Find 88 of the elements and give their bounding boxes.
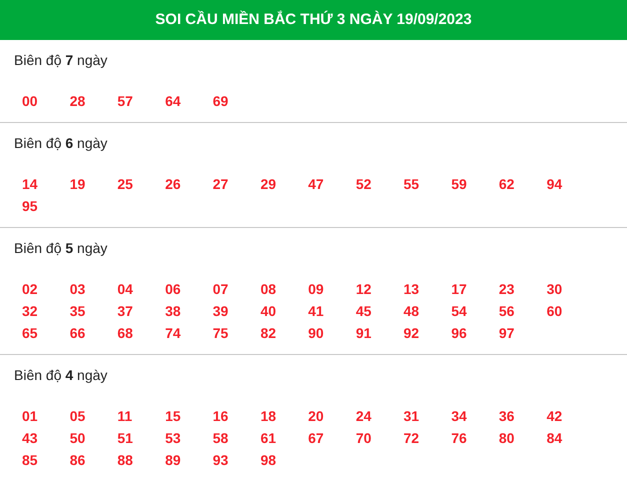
lottery-number: 39: [212, 302, 228, 320]
lottery-number: 86: [70, 450, 86, 470]
lottery-number: 89: [165, 450, 181, 470]
lottery-number: 48: [404, 302, 420, 320]
lottery-number: 50: [70, 428, 86, 448]
lottery-number: 25: [117, 174, 133, 194]
lottery-number: 85: [22, 450, 38, 470]
lottery-number: 41: [308, 302, 324, 320]
lottery-number: 30: [546, 280, 562, 298]
lottery-number: 92: [404, 324, 420, 342]
lottery-number: 07: [212, 280, 228, 298]
lottery-number: 26: [165, 174, 181, 194]
lottery-number: 15: [165, 406, 181, 426]
lottery-number: 09: [308, 280, 324, 298]
lottery-number: 47: [308, 174, 324, 194]
lottery-number: 56: [498, 302, 514, 320]
lottery-number: 51: [117, 428, 133, 448]
lottery-number: 98: [260, 450, 276, 470]
lottery-number: 70: [356, 428, 372, 448]
section-heading: Biên độ 5 ngày: [14, 238, 108, 258]
lottery-number: 72: [404, 428, 420, 448]
lottery-number: 08: [260, 280, 276, 298]
lottery-number: 34: [451, 406, 467, 426]
lottery-number: 94: [546, 174, 562, 194]
lottery-number: 38: [165, 302, 181, 320]
lottery-number: 60: [546, 302, 562, 320]
lottery-number: 32: [22, 302, 38, 320]
lottery-number: 95: [22, 196, 38, 216]
lottery-number: 82: [260, 324, 276, 342]
lottery-number: 90: [308, 324, 324, 342]
lottery-number: 97: [498, 324, 514, 342]
lottery-number: 75: [212, 324, 228, 342]
lottery-number: 91: [356, 324, 372, 342]
lottery-number: 00: [22, 92, 38, 110]
section-heading: Biên độ 6 ngày: [14, 134, 108, 153]
lottery-number: 64: [165, 92, 181, 110]
lottery-number: 18: [260, 406, 276, 426]
lottery-number: 11: [117, 406, 132, 426]
lottery-number: 74: [165, 324, 181, 342]
lottery-number: 02: [22, 280, 38, 298]
lottery-number: 13: [404, 280, 420, 298]
lottery-number: 17: [451, 280, 467, 298]
lottery-number: 16: [212, 406, 228, 426]
lottery-number: 67: [308, 428, 324, 448]
lottery-number: 24: [356, 406, 372, 426]
lottery-number: 76: [451, 428, 467, 448]
lottery-number: 35: [70, 302, 86, 320]
lottery-number: 52: [356, 174, 372, 194]
lottery-number: 80: [498, 428, 514, 448]
lottery-number: 29: [260, 174, 276, 194]
lottery-number: 57: [117, 92, 133, 110]
lottery-number: 36: [498, 406, 514, 426]
section-heading: Biên độ 4 ngày: [14, 366, 108, 385]
lottery-number: 93: [212, 450, 228, 470]
lottery-number: 04: [117, 280, 133, 298]
lottery-number: 54: [451, 302, 467, 320]
lottery-number: 40: [260, 302, 276, 320]
section-heading: Biên độ 7 ngày: [14, 50, 108, 70]
lottery-number: 42: [546, 406, 562, 426]
lottery-number: 53: [165, 428, 181, 448]
lottery-number: 65: [22, 324, 38, 342]
lottery-number: 12: [356, 280, 372, 298]
lottery-number: 31: [404, 406, 420, 426]
lottery-number: 28: [70, 92, 86, 110]
lottery-number: 14: [22, 174, 38, 194]
lottery-number: 66: [70, 324, 86, 342]
lottery-number: 27: [212, 174, 228, 194]
lottery-number: 37: [117, 302, 133, 320]
lottery-number: 20: [308, 406, 324, 426]
lottery-number: 43: [22, 428, 38, 448]
lottery-number: 55: [404, 174, 420, 194]
lottery-number: 68: [117, 324, 133, 342]
lottery-number: 23: [498, 280, 514, 298]
lottery-number: 69: [212, 92, 228, 110]
page-title: SOI CẦU MIỀN BẮC THỨ 3 NGÀY 19/09/2023: [155, 10, 472, 30]
lottery-number: 45: [356, 302, 372, 320]
lottery-number: 05: [70, 406, 86, 426]
lottery-number: 88: [117, 450, 133, 470]
lottery-number: 61: [260, 428, 276, 448]
lottery-number: 84: [546, 428, 562, 448]
lottery-number: 06: [165, 280, 181, 298]
lottery-number: 19: [70, 174, 86, 194]
lottery-number: 59: [451, 174, 467, 194]
lottery-number: 01: [22, 406, 38, 426]
lottery-number: 03: [70, 280, 86, 298]
lottery-number: 62: [498, 174, 514, 194]
lottery-number: 58: [212, 428, 228, 448]
lottery-number: 96: [451, 324, 467, 342]
